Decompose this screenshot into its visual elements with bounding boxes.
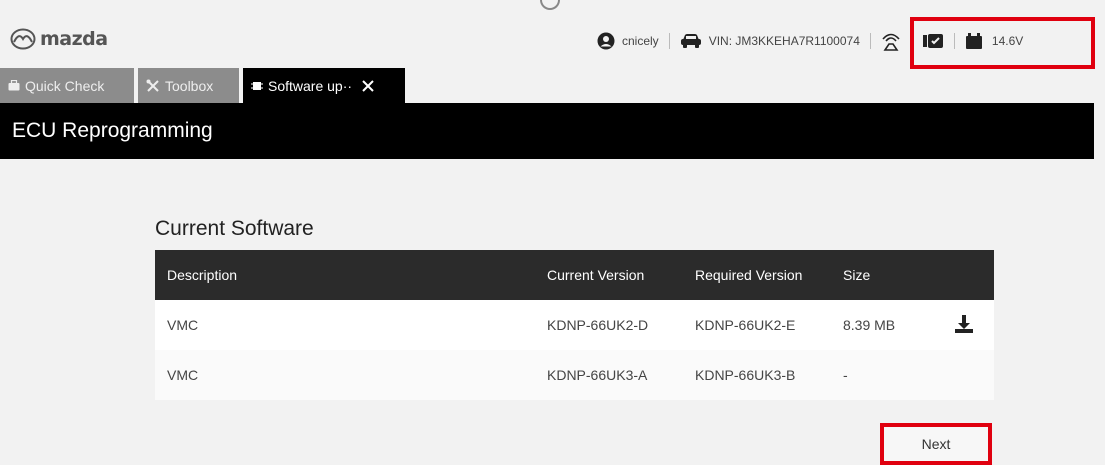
mazda-logo: mazda	[10, 28, 108, 50]
page-header: ECU Reprogramming	[0, 103, 1094, 159]
tools-icon	[146, 79, 159, 92]
section-title: Current Software	[155, 217, 314, 240]
size-cell: 8.39 MB	[843, 317, 896, 333]
divider	[668, 33, 670, 49]
user-icon	[597, 32, 615, 50]
required-version-cell: KDNP-66UK2-E	[695, 317, 796, 333]
table-header-row: Description Current Version Required Ver…	[155, 250, 994, 300]
column-header: Current Version	[547, 267, 645, 283]
mazda-emblem-icon	[10, 28, 36, 50]
tab-label: Quick Check	[25, 77, 105, 94]
tab-toolbox[interactable]: Toolbox	[138, 68, 239, 103]
column-header: Size	[843, 267, 871, 283]
logo-text: mazda	[40, 28, 108, 50]
software-table: Description Current Version Required Ver…	[155, 250, 994, 400]
column-header: Required Version	[695, 267, 803, 283]
page-title: ECU Reprogramming	[12, 119, 213, 142]
divider	[869, 33, 871, 49]
chip-icon	[251, 81, 263, 90]
close-icon[interactable]	[361, 79, 375, 93]
table-row: VMC KDNP-66UK3-A KDNP-66UK3-B -	[155, 350, 994, 400]
required-version-cell: KDNP-66UK3-B	[695, 367, 796, 383]
highlight-box	[910, 17, 1095, 69]
download-icon[interactable]	[954, 314, 974, 334]
car-icon	[680, 33, 702, 49]
description-cell: VMC	[167, 317, 199, 333]
tab-label: Toolbox	[165, 77, 214, 94]
tab-software-update[interactable]: Software up··	[243, 68, 405, 103]
tab-label: Software up··	[268, 77, 353, 94]
download-cell	[944, 300, 994, 350]
toolbox-bag-icon	[8, 80, 20, 91]
vin-label: VIN: JM3KKEHA7R1100074	[708, 34, 860, 48]
current-version-cell: KDNP-66UK2-D	[547, 317, 649, 333]
wireless-connection-icon	[881, 31, 901, 51]
loading-spinner	[540, 0, 560, 10]
column-header-empty	[944, 250, 994, 300]
tab-quick-check[interactable]: Quick Check	[0, 68, 134, 103]
top-bar: mazda cnicely VIN: JM3KKEHA7R1100074 14.…	[0, 0, 1105, 69]
column-header: Description	[167, 267, 238, 283]
current-version-cell: KDNP-66UK3-A	[547, 367, 648, 383]
next-button[interactable]: Next	[880, 423, 992, 465]
size-cell: -	[843, 367, 848, 383]
username: cnicely	[622, 34, 659, 48]
tab-bar: Quick Check Toolbox Software up··	[0, 68, 405, 103]
table-row: VMC KDNP-66UK2-D KDNP-66UK2-E 8.39 MB	[155, 300, 994, 350]
download-cell	[944, 350, 994, 400]
description-cell: VMC	[167, 367, 199, 383]
